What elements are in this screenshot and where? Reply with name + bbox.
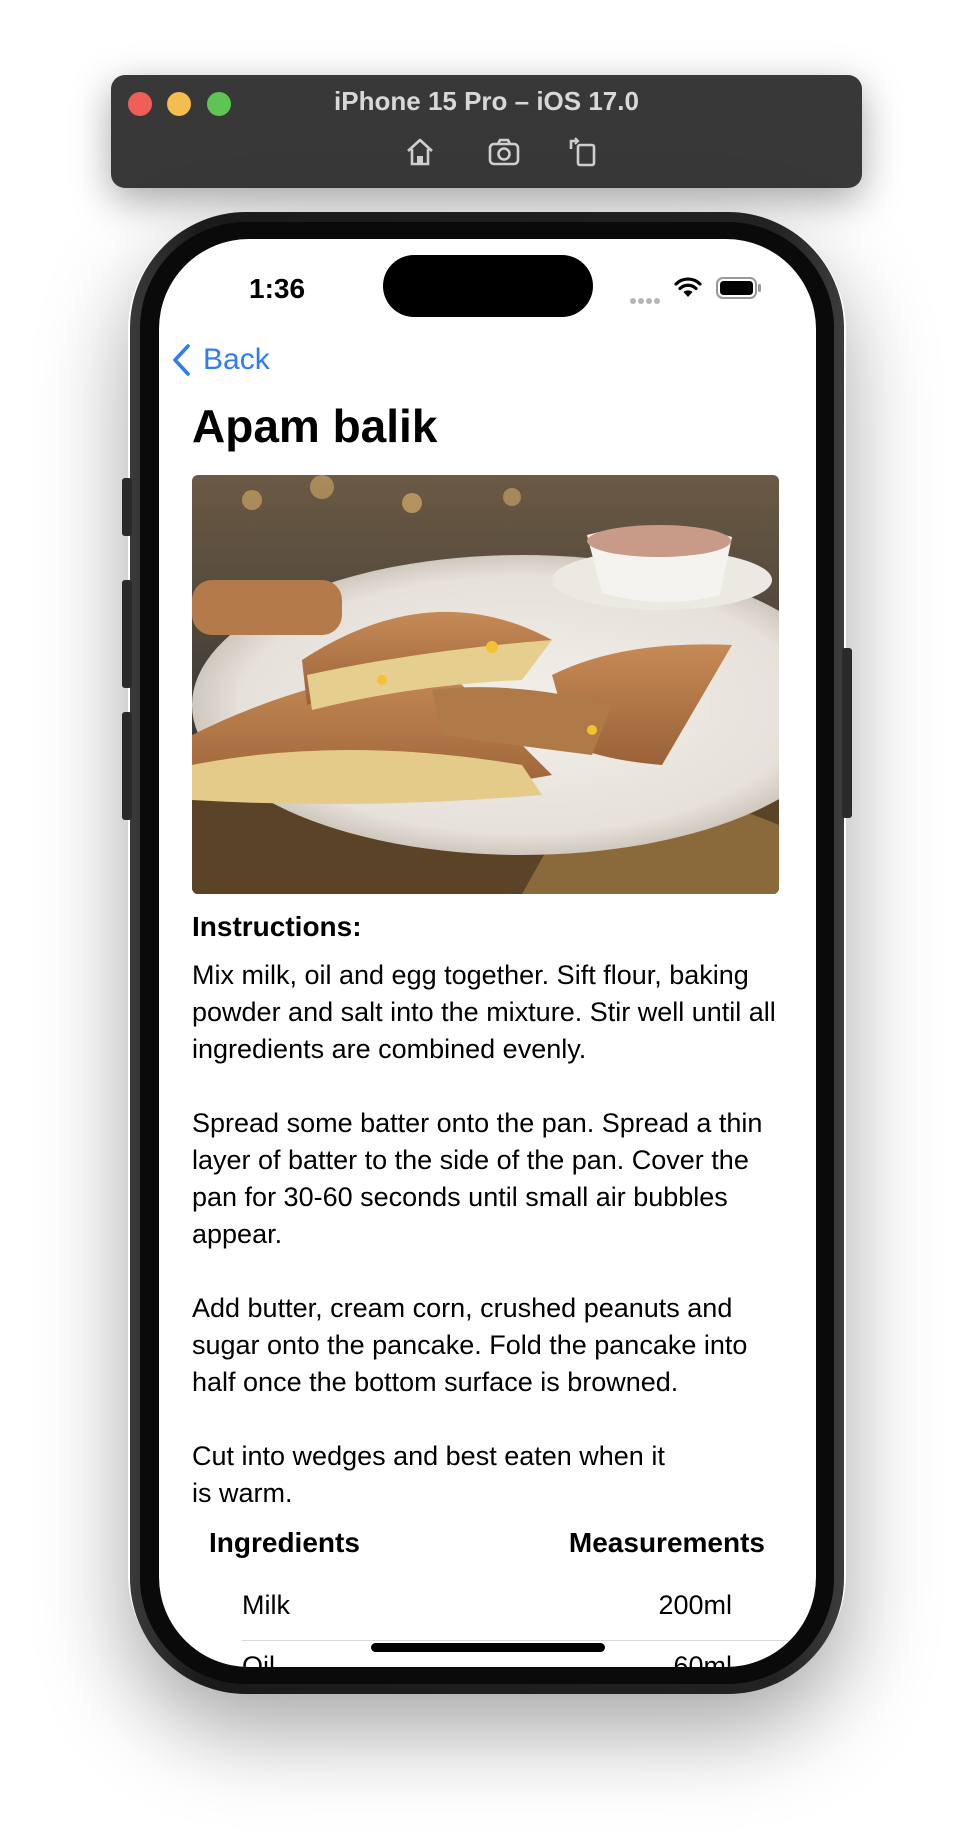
- power-button[interactable]: [842, 648, 852, 818]
- ingredient-amount: 200ml: [658, 1590, 732, 1620]
- battery-icon: [716, 277, 762, 299]
- ingredient-name: Milk: [242, 1590, 290, 1620]
- volume-down-button[interactable]: [122, 712, 132, 820]
- instructions-heading: Instructions:: [192, 911, 362, 942]
- page-title: Apam balik: [192, 400, 438, 452]
- instructions-text: Mix milk, oil and egg together. Sift flo…: [192, 960, 776, 1508]
- back-button[interactable]: Back: [169, 343, 270, 377]
- dynamic-island: [383, 255, 593, 317]
- status-time: 1:36: [249, 273, 306, 304]
- back-button-label: Back: [203, 343, 270, 376]
- home-indicator[interactable]: [371, 1643, 605, 1652]
- volume-up-button[interactable]: [122, 580, 132, 688]
- ingredient-name: Oil: [242, 1651, 275, 1667]
- ingredients-table-header: Ingredients Measurements: [159, 1527, 816, 1567]
- measurements-column-header: Measurements: [568, 1527, 765, 1558]
- rotate-icon[interactable]: [566, 135, 600, 169]
- chevron-left-icon: [173, 344, 190, 376]
- simulator-title: iPhone 15 Pro – iOS 17.0: [334, 86, 639, 116]
- cellular-signal-icon: [630, 291, 664, 304]
- table-row: Milk 200ml: [159, 1580, 816, 1638]
- wifi-icon: [673, 275, 703, 299]
- ingredient-amount: 60ml: [673, 1651, 732, 1667]
- ingredients-column-header: Ingredients: [209, 1527, 360, 1558]
- home-icon[interactable]: [403, 135, 437, 169]
- action-button[interactable]: [122, 478, 132, 536]
- recipe-photo: [192, 475, 779, 894]
- app-screen: 1:36 Back Apam balik Instructions: Mix m…: [159, 239, 816, 1667]
- screenshot-icon[interactable]: [487, 135, 521, 169]
